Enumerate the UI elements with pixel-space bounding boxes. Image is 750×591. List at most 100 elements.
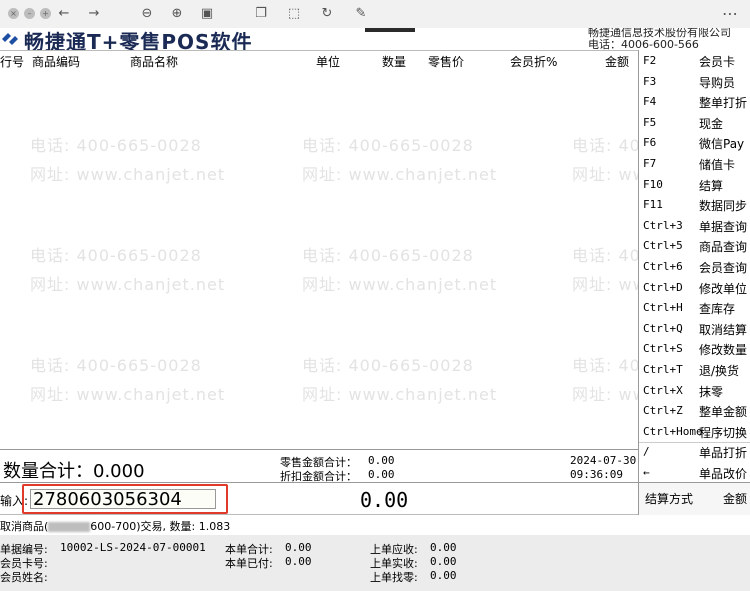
fkey-shortcut: Ctrl+D [643,280,683,294]
fkey-shortcut: F4 [643,95,657,109]
fkey-item[interactable]: F7 储值卡 [643,155,750,175]
fkey-shortcut: Ctrl+Q [643,321,683,335]
fkey-label: 退/换货 [699,364,740,378]
fkey-item[interactable]: Ctrl+5 商品查询 [643,237,750,257]
col-retail-price[interactable]: 零售价 [428,53,464,70]
app-title: 畅捷通T+零售POS软件 [24,30,253,50]
fkey-label: 查库存 [699,302,736,317]
col-quantity[interactable]: 数量 [382,53,406,70]
watermark-url: 网址: www.chanjet.net [30,165,226,184]
fkey-label: 储值卡 [699,158,736,172]
current-time: 09:36:09 [570,468,623,481]
fkey-item[interactable]: ← 单品改价 [643,464,750,484]
watermark-phone: 电话: 400-665-0028 [30,136,202,155]
fkey-label: 单据查询 [699,219,748,234]
col-item-name[interactable]: 商品名称 [130,53,178,70]
fkey-item[interactable]: Ctrl+3 单据查询 [643,217,750,237]
fkey-label: 会员查询 [699,261,748,275]
rotate-icon[interactable]: ↻ [318,5,336,23]
fkey-shortcut: Ctrl+3 [643,218,683,232]
watermark-phone: 电话: 400-665-0028 [302,246,474,265]
maximize-window-icon[interactable]: + [40,8,51,19]
fkey-shortcut: Ctrl+6 [643,260,683,273]
fkey-item[interactable]: F2 会员卡 [643,52,750,72]
fkey-shortcut: Ctrl+S [643,342,683,356]
fkey-item[interactable]: F3 导购员 [643,73,750,93]
fkey-shortcut: F3 [643,74,657,88]
barcode-input[interactable] [30,489,216,509]
bill-total-value: 0.00 [285,541,312,554]
redacted-code [48,522,91,532]
fkey-item[interactable]: F10 结算 [643,176,750,196]
sales-table-header: 行号 商品编码 商品名称 单位 数量 零售价 会员折% 金额 [0,50,638,71]
last-due-value: 0.00 [430,541,457,554]
fkey-shortcut: Ctrl+H [643,301,683,315]
col-row-number[interactable]: 行号 [0,53,24,70]
sales-grid[interactable]: 电话: 400-665-0028 网址: www.chanjet.net 电话:… [0,70,750,448]
fkey-shortcut: F6 [643,136,657,150]
retail-total-value: 0.00 [368,454,395,467]
fkey-shortcut: F10 [643,177,663,191]
fkey-shortcut: F5 [643,115,657,129]
minimize-window-icon[interactable]: – [24,8,35,19]
watermark-phone: 电话: 400-665-0028 [30,246,202,265]
col-member-discount[interactable]: 会员折% [510,53,557,70]
fkey-item[interactable]: Ctrl+S 修改数量 [643,340,750,360]
fkey-item[interactable]: Ctrl+D 修改单位 [643,279,750,299]
zoom-out-icon[interactable]: ⊖ [138,5,156,23]
settlement-header: 结算方式 金额 [638,482,750,515]
title-bar-handle[interactable] [365,28,415,32]
fkey-shortcut: / [643,445,650,459]
forward-icon[interactable]: → [85,5,103,23]
fit-icon[interactable]: ▣ [198,5,216,23]
fkey-label: 结算 [699,178,724,193]
fkey-item[interactable]: Ctrl+Q 取消结算 [643,320,750,340]
fkey-item[interactable]: Ctrl+Home 程序切换 [643,423,750,443]
select-icon[interactable]: ⬚ [285,5,303,23]
fkey-item[interactable]: Ctrl+6 会员查询 [643,258,750,278]
fkey-label: 现金 [699,116,724,131]
fkey-item[interactable]: Ctrl+H 查库存 [643,299,750,319]
settlement-amount-label: 金额 [722,492,747,506]
status-message-prefix: 取消商品( [0,520,49,533]
fkey-item[interactable]: Ctrl+T 退/换货 [643,361,750,381]
more-icon[interactable]: ⋯ [722,4,738,23]
app-header: 畅捷通T+零售POS软件 畅捷通信息技术股份有限公司 电话：4006-600-5… [0,28,750,50]
fkey-label: 修改数量 [699,343,748,358]
bill-paid-label: 本单已付: [225,557,273,570]
fkey-label: 微信Pay [699,137,745,152]
fkey-label: 抹零 [699,384,724,399]
watermark-url: 网址: www.chanjet.net [30,275,226,294]
fkey-shortcut: Ctrl+T [643,363,683,376]
fkey-shortcut: F2 [643,54,657,67]
fkey-shortcut: ← [643,466,650,479]
fkey-label: 商品查询 [699,240,748,255]
fkey-item[interactable]: F5 现金 [643,114,750,134]
zoom-in-icon[interactable]: ⊕ [168,5,186,23]
fkey-item[interactable]: F6 微信Pay [643,134,750,154]
col-item-code[interactable]: 商品编码 [32,53,80,70]
watermark-phone: 电话: 400-665-0028 [302,356,474,375]
fkey-item[interactable]: F4 整单打折 [643,93,750,113]
fkey-item[interactable]: Ctrl+Z 整单金额 [643,402,750,422]
fkey-label: 数据同步 [699,199,748,214]
fkey-label: 程序切换 [699,425,748,440]
col-unit[interactable]: 单位 [316,53,340,70]
message-row: 取消商品( 600-700)交易, 数量: 1.083 [0,514,638,536]
tools-icon[interactable]: ✎ [352,5,370,23]
close-window-icon[interactable]: × [8,8,19,19]
status-message-suffix: 600-700)交易, 数量: 1.083 [90,520,231,533]
col-amount[interactable]: 金额 [605,53,629,70]
last-change-label: 上单找零: [370,571,418,584]
fkey-item[interactable]: Ctrl+X 抹零 [643,382,750,402]
last-change-value: 0.00 [430,569,457,582]
quantity-total: 数量合计：0.000 [3,461,145,482]
current-date: 2024-07-30 [570,454,637,467]
back-icon[interactable]: ← [55,5,73,23]
watermark-url: 网址: www.chanjet.net [30,385,226,404]
fkey-item[interactable]: F11 数据同步 [643,196,750,216]
input-row: 输入: 0.00 [0,482,638,515]
fkey-item[interactable]: / 单品打折 [643,443,750,463]
copy-icon[interactable]: ❐ [252,5,270,23]
fkey-label: 整单金额 [699,405,748,420]
